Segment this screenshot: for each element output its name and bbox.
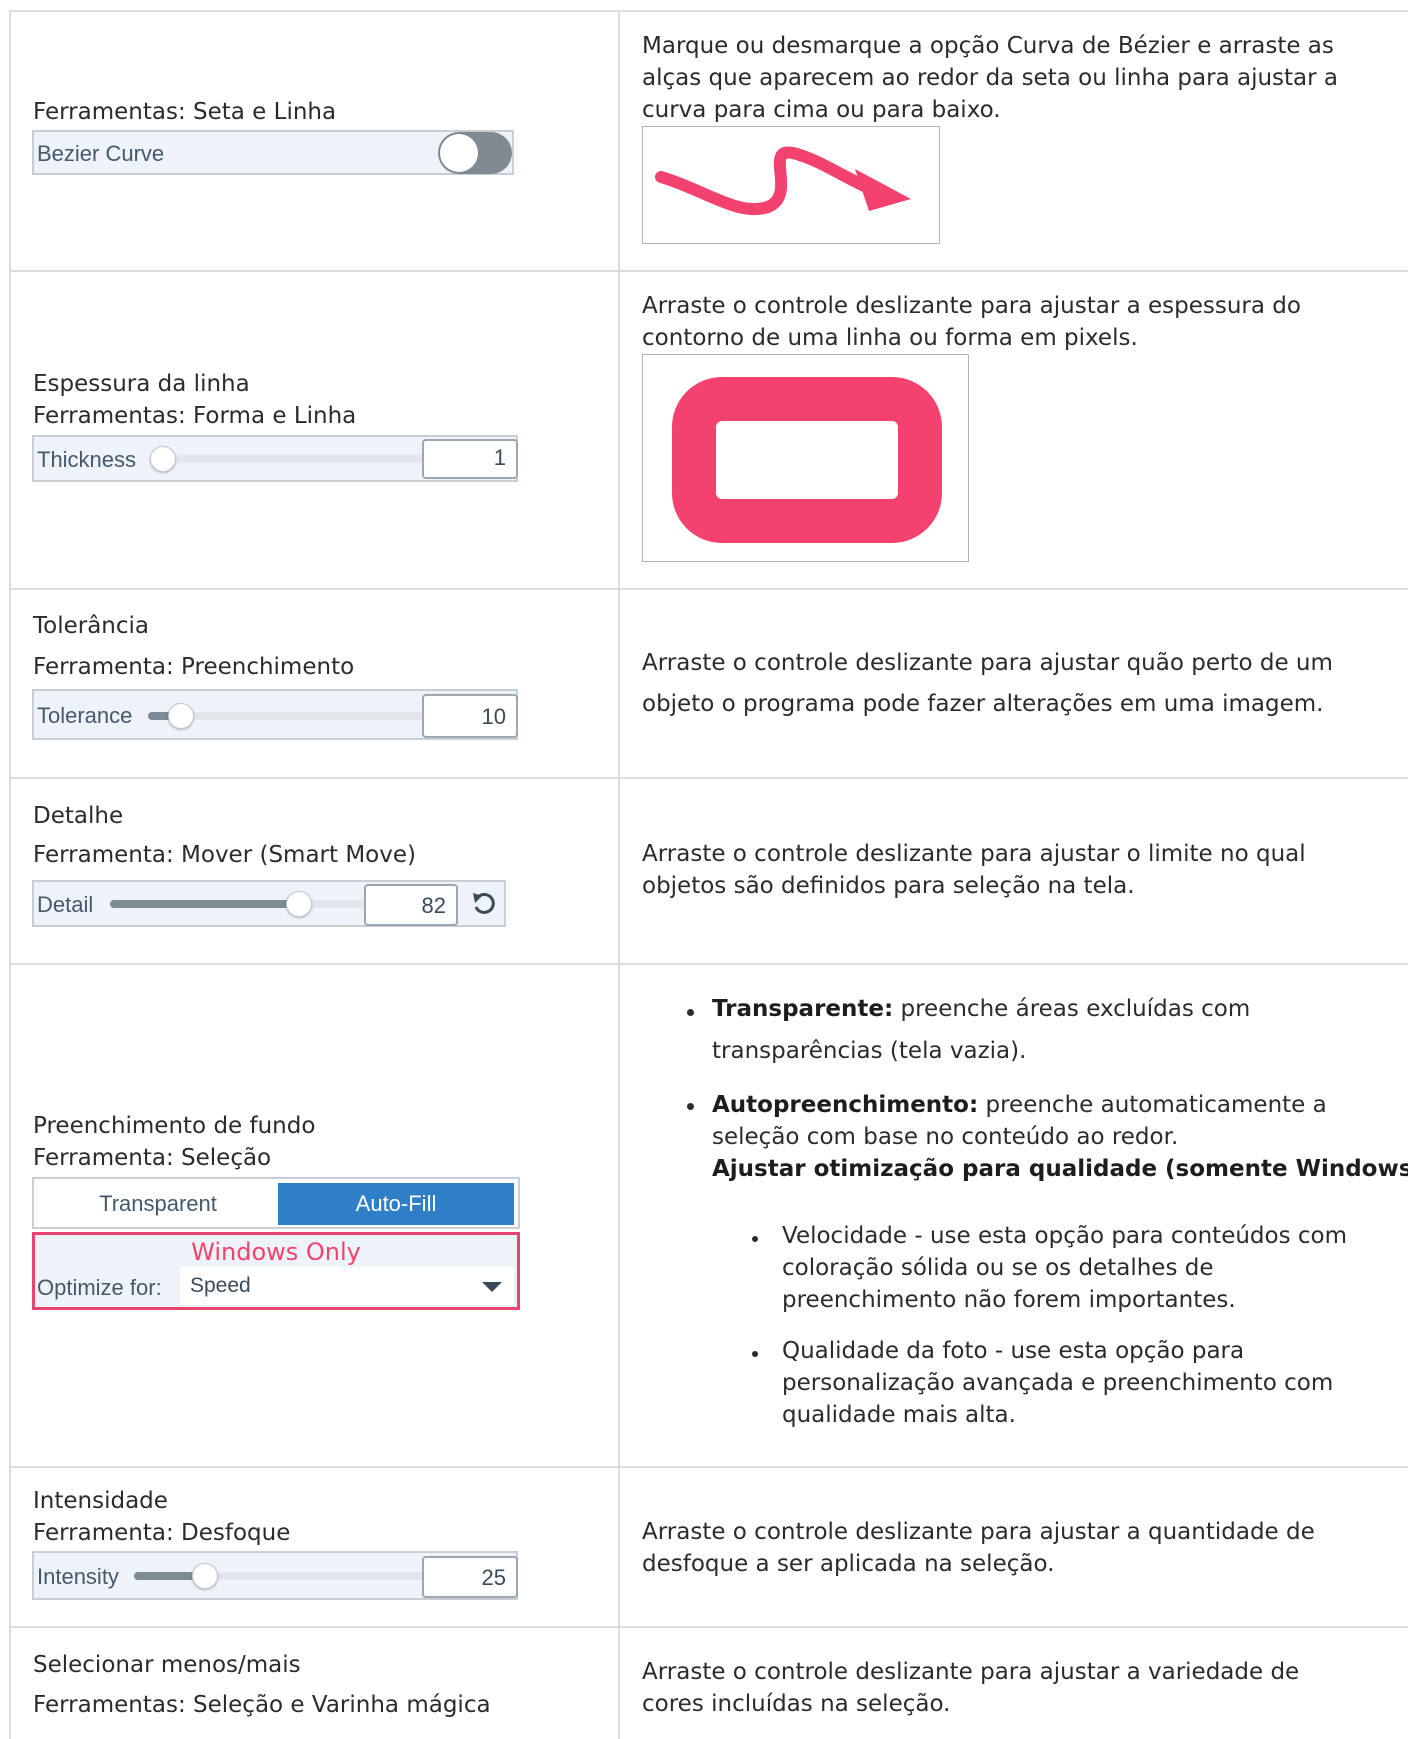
table-border: [9, 10, 11, 1739]
intensity-description: Arraste o controle deslizante para ajust…: [642, 1519, 1315, 1577]
tool-label: Ferramenta: Preenchimento: [33, 654, 355, 680]
toggle-knob: [440, 134, 478, 172]
row-divider: [10, 1626, 1408, 1628]
bullet-dot: [687, 1103, 694, 1110]
rectangle-outline-icon: [672, 377, 942, 543]
tool-title: Selecionar menos/mais: [33, 1652, 301, 1678]
bullet-dot: [687, 1009, 694, 1016]
tool-title: Intensidade: [33, 1488, 168, 1514]
tool-label: Ferramentas: Forma e Linha: [33, 403, 357, 429]
detail-panel: Detail 82: [32, 880, 506, 927]
optimize-for-label: Optimize for:: [37, 1275, 162, 1300]
column-divider: [618, 10, 620, 1739]
intensity-slider-thumb[interactable]: [192, 1563, 218, 1589]
speed-option-description: Velocidade - use esta opção para conteúd…: [782, 1223, 1348, 1313]
thickness-slider-track[interactable]: [176, 455, 440, 463]
thickness-slider-thumb[interactable]: [150, 446, 176, 472]
reset-icon[interactable]: [470, 890, 498, 918]
windows-only-label: Windows Only: [191, 1238, 361, 1266]
thickness-value-input[interactable]: 1: [422, 439, 518, 479]
optimize-subheading: Ajustar otimização para qualidade (somen…: [712, 1156, 1408, 1182]
quality-option-description: Qualidade da foto - use esta opção para …: [782, 1338, 1334, 1428]
tolerance-description-line2: objeto o programa pode fazer alterações …: [642, 691, 1324, 717]
bullet-dot: [752, 1236, 758, 1242]
autofill-bullet-line2: seleção com base no conteúdo ao redor.: [712, 1124, 1179, 1150]
intensity-slider-track[interactable]: [134, 1572, 440, 1580]
tool-title: Preenchimento de fundo: [33, 1113, 316, 1139]
tolerance-slider-thumb[interactable]: [168, 703, 194, 729]
tab-transparent-label: Transparent: [99, 1191, 217, 1216]
tool-label: Ferramentas: Seta e Linha: [33, 99, 337, 125]
bezier-curve-panel: Bezier Curve: [32, 130, 514, 175]
row-divider: [10, 588, 1408, 590]
bezier-curve-label: Bezier Curve: [37, 141, 165, 166]
tab-auto-fill-label: Auto-Fill: [355, 1191, 437, 1216]
tool-title: Detalhe: [33, 803, 124, 829]
fill-mode-tabs: Transparent Auto-Fill: [32, 1177, 520, 1229]
windows-only-box: Windows Only Optimize for: Speed: [32, 1232, 520, 1310]
transparent-bullet-line1: Transparente: preenche áreas excluídas c…: [712, 996, 1251, 1022]
row-divider: [10, 270, 1408, 272]
thickness-label: Thickness: [37, 447, 137, 472]
tool-label: Ferramentas: Seleção e Varinha mágica: [33, 1692, 491, 1718]
tolerance-value-input[interactable]: 10: [422, 694, 518, 738]
tool-label: Ferramenta: Desfoque: [33, 1520, 291, 1546]
detail-label: Detail: [37, 892, 94, 917]
optimize-for-value: Speed: [190, 1274, 251, 1297]
slider-fill: [110, 900, 300, 908]
bullet-dot: [752, 1351, 758, 1357]
bezier-curve-toggle[interactable]: [438, 132, 512, 174]
autofill-bullet-line1: Autopreenchimento: preenche automaticame…: [712, 1092, 1327, 1118]
detail-description: Arraste o controle deslizante para ajust…: [642, 841, 1306, 899]
intensity-value-input[interactable]: 25: [422, 1556, 518, 1598]
tool-title: Espessura da linha: [33, 371, 250, 397]
curved-arrow-icon: [655, 146, 911, 216]
optimize-for-select[interactable]: Speed: [180, 1267, 514, 1305]
thickness-description: Arraste o controle deslizante para ajust…: [642, 293, 1301, 351]
row-divider: [10, 777, 1408, 779]
tolerance-label: Tolerance: [37, 703, 133, 728]
thickness-panel: Thickness 1: [32, 435, 518, 482]
intensity-label: Intensity: [37, 1564, 119, 1589]
tolerance-panel: Tolerance 10: [32, 689, 518, 740]
detail-slider-thumb[interactable]: [286, 891, 312, 917]
intensity-panel: Intensity 25: [32, 1551, 518, 1600]
tab-transparent[interactable]: Transparent: [40, 1183, 276, 1225]
bezier-description: Marque ou desmarque a opção Curva de Béz…: [642, 33, 1339, 123]
thick-rectangle-image: [642, 354, 969, 562]
dropdown-arrow-icon: [482, 1282, 502, 1292]
detail-value-input[interactable]: 82: [364, 884, 458, 926]
select-more-description: Arraste o controle deslizante para ajust…: [642, 1659, 1300, 1717]
tool-title: Tolerância: [33, 613, 150, 639]
bezier-arrow-image: [642, 126, 940, 244]
tool-label: Ferramenta: Seleção: [33, 1145, 272, 1171]
table-border: [10, 10, 1408, 12]
transparent-bullet-line2: transparências (tela vazia).: [712, 1038, 1027, 1064]
row-divider: [10, 963, 1408, 965]
detail-slider-track[interactable]: [110, 900, 386, 908]
tool-label: Ferramenta: Mover (Smart Move): [33, 842, 416, 868]
tab-auto-fill[interactable]: Auto-Fill: [278, 1183, 514, 1225]
row-divider: [10, 1466, 1408, 1468]
tolerance-description-line1: Arraste o controle deslizante para ajust…: [642, 650, 1333, 676]
